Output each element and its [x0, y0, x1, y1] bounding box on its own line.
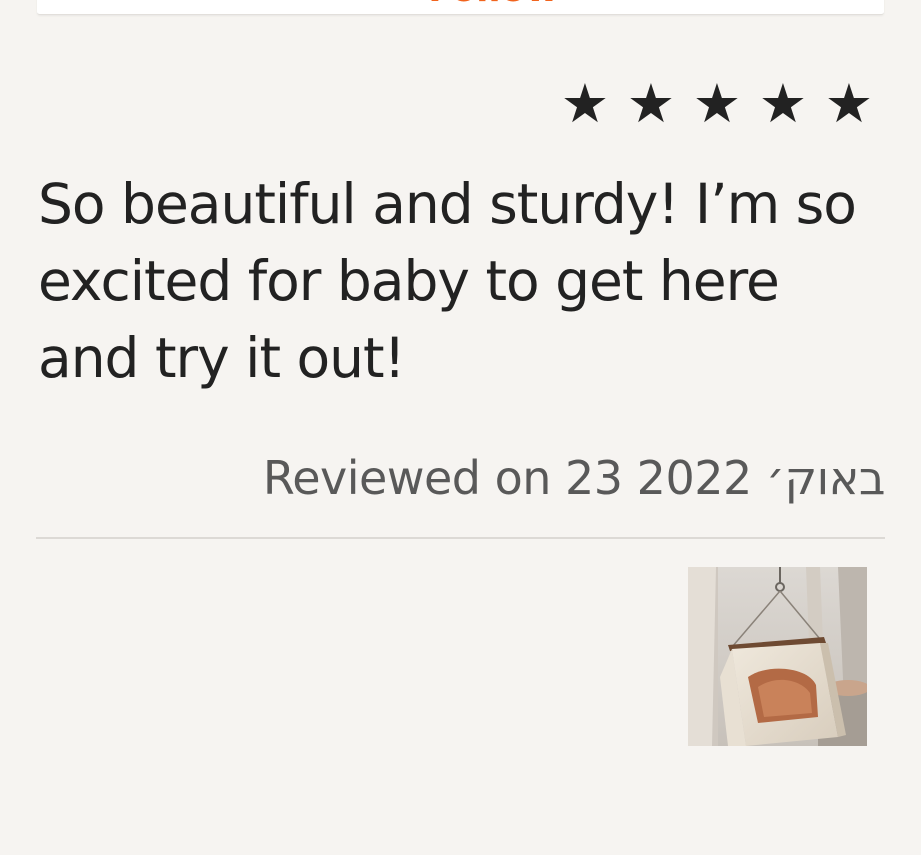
follow-button[interactable]: Follow	[37, 0, 884, 8]
star-icon: ★	[626, 72, 676, 135]
star-icon: ★	[758, 72, 808, 135]
star-icon: ★	[692, 72, 742, 135]
review-photo-thumbnail[interactable]	[688, 567, 867, 746]
review-date: Reviewed on 23 באוק׳ 2022	[262, 451, 886, 505]
shop-follow-card: Follow	[37, 0, 884, 15]
review-text: So beautiful and sturdy! I’m so excited …	[38, 172, 857, 390]
follow-label: Follow	[428, 0, 559, 10]
divider	[36, 537, 885, 539]
star-icon: ★	[560, 72, 610, 135]
hanging-cradle-image	[688, 567, 867, 746]
star-icon: ★	[824, 72, 874, 135]
star-rating: ★ ★ ★ ★ ★	[553, 74, 881, 134]
